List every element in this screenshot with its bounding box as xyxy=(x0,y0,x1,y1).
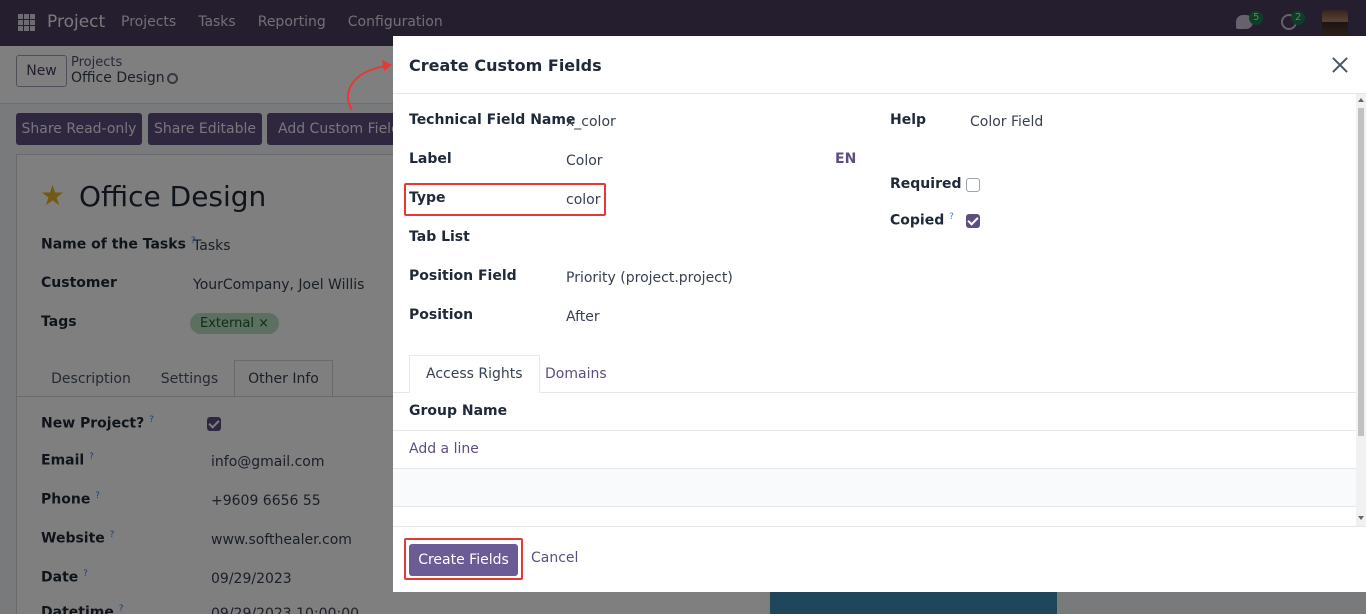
table-row xyxy=(393,469,1356,507)
label-type: Type xyxy=(409,190,446,206)
add-a-line-link[interactable]: Add a line xyxy=(409,441,479,457)
label-required: Required xyxy=(890,176,962,192)
dialog-title: Create Custom Fields xyxy=(409,56,602,75)
close-icon[interactable] xyxy=(1331,56,1349,74)
scroll-down-arrow-icon[interactable] xyxy=(1358,516,1364,520)
table-header-divider xyxy=(393,430,1356,431)
dialog-header: Create Custom Fields xyxy=(393,36,1366,94)
label-copied: Copied ? xyxy=(890,212,954,229)
annotation-arrow-icon xyxy=(347,60,392,111)
copied-checkbox[interactable] xyxy=(966,214,980,228)
label-help: Help xyxy=(890,112,927,128)
dialog-scrollbar-thumb[interactable] xyxy=(1358,108,1364,436)
label-position-field: Position Field xyxy=(409,268,517,284)
help-input[interactable]: Color Field xyxy=(970,114,1043,130)
label-technical-field-name: Technical Field Name xyxy=(409,112,576,128)
group-name-column-header: Group Name xyxy=(409,403,508,419)
position-select[interactable]: After xyxy=(566,309,600,325)
technical-field-name-input[interactable]: x_color xyxy=(566,114,616,130)
scroll-up-arrow-icon[interactable] xyxy=(1358,98,1364,102)
table-row-divider-bottom xyxy=(393,506,1356,507)
position-field-select[interactable]: Priority (project.project) xyxy=(566,270,733,286)
create-fields-button[interactable]: Create Fields xyxy=(409,544,518,576)
create-custom-fields-dialog: Create Custom Fields Technical Field Nam… xyxy=(393,36,1366,592)
required-checkbox[interactable] xyxy=(966,178,980,192)
type-select[interactable]: color xyxy=(566,192,600,208)
field-label-input[interactable]: Color xyxy=(566,153,603,169)
label-field-label: Label xyxy=(409,151,452,167)
language-toggle[interactable]: EN xyxy=(835,151,856,167)
cancel-button[interactable]: Cancel xyxy=(531,550,578,566)
tab-access-rights[interactable]: Access Rights xyxy=(409,355,540,393)
label-tab-list: Tab List xyxy=(409,229,470,245)
tab-domains[interactable]: Domains xyxy=(529,355,623,393)
label-position: Position xyxy=(409,307,474,323)
